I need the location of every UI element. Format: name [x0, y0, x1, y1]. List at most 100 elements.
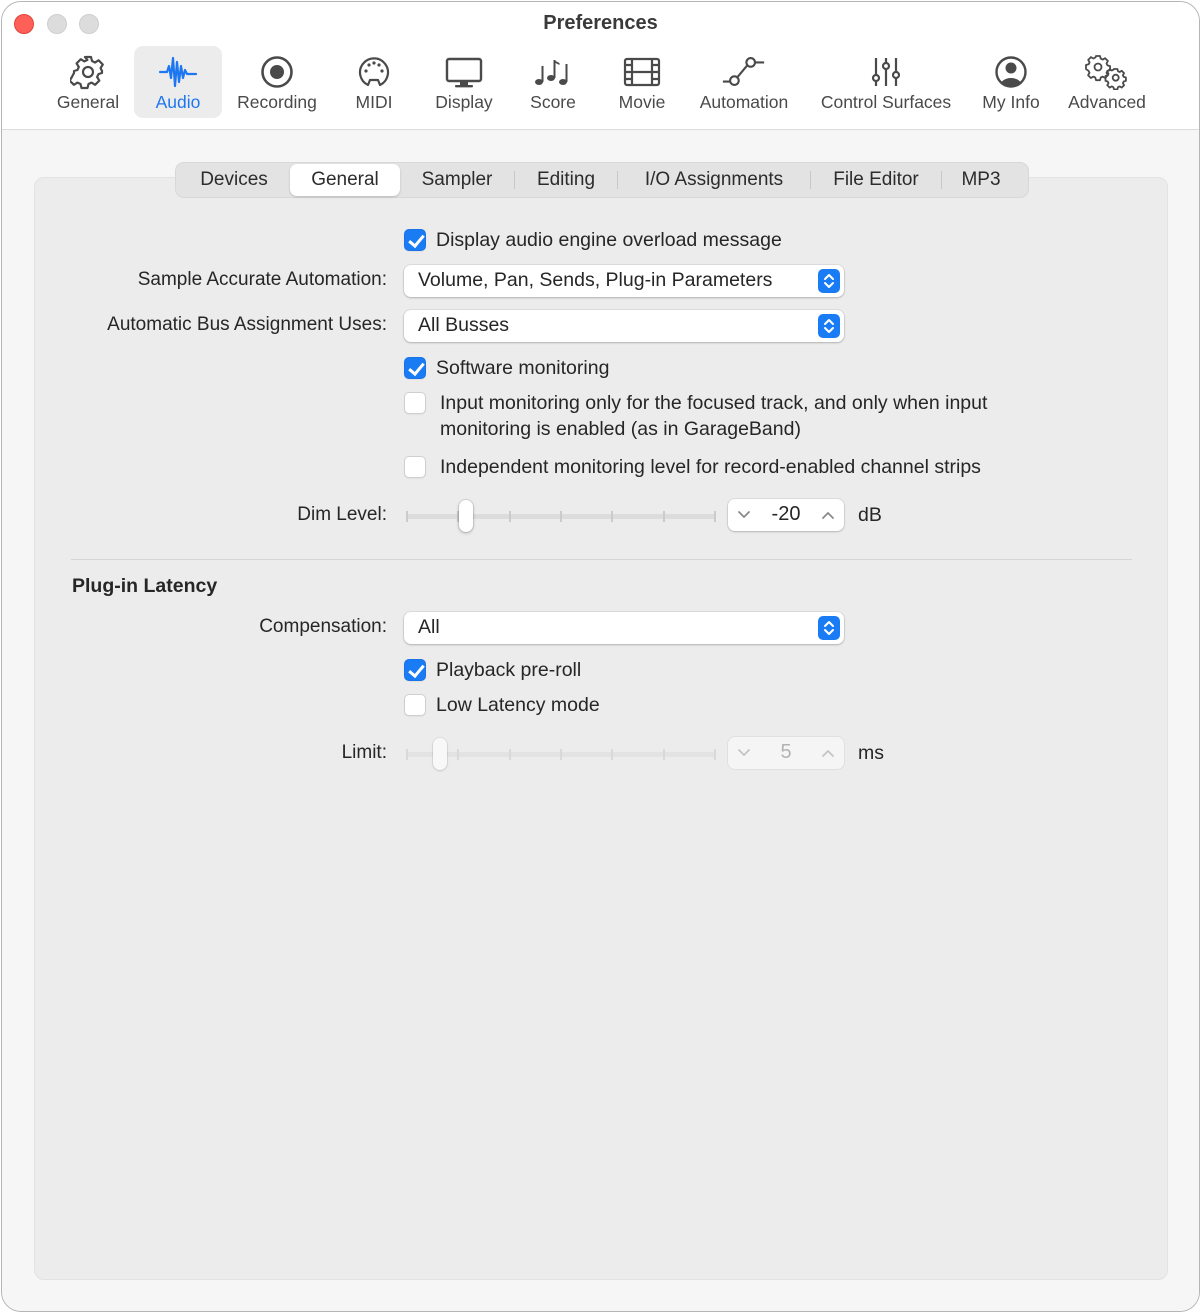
tab-mp3[interactable]: MP3 — [942, 164, 1020, 196]
software-monitoring-checkbox[interactable] — [404, 357, 426, 379]
low-latency-mode-checkbox[interactable] — [404, 694, 426, 716]
tab-sampler[interactable]: Sampler — [400, 164, 514, 196]
limit-stepper[interactable]: 5 — [728, 737, 844, 769]
chevron-up-down-icon — [818, 269, 840, 293]
slider-tick — [663, 511, 665, 522]
waveform-icon — [155, 52, 201, 92]
display-overload-label: Display audio engine overload message — [436, 229, 782, 251]
toolbar-label: Score — [530, 92, 576, 112]
music-notes-icon — [530, 52, 576, 92]
section-divider — [71, 559, 1132, 560]
film-icon — [619, 52, 665, 92]
dim-level-value[interactable]: -20 — [758, 503, 814, 526]
toolbar-label: Display — [435, 92, 493, 112]
chevron-up-down-icon — [818, 616, 840, 640]
independent-monitoring-label: Independent monitoring level for record-… — [440, 456, 981, 478]
window-title: Preferences — [543, 12, 658, 34]
toolbar-item-recording[interactable]: Recording — [228, 46, 326, 118]
person-circle-icon — [988, 52, 1034, 92]
toolbar-label: Movie — [618, 92, 666, 112]
toolbar-label: My Info — [982, 92, 1040, 112]
dim-level-label: Dim Level: — [297, 504, 387, 525]
toolbar-item-movie[interactable]: Movie — [610, 46, 674, 118]
slider-tick — [714, 511, 716, 522]
chevron-up-icon[interactable] — [818, 505, 838, 525]
sample-accurate-automation-popup[interactable]: Volume, Pan, Sends, Plug-in Parameters — [404, 265, 844, 297]
input-monitoring-focused-checkbox[interactable] — [404, 392, 426, 414]
chevron-up-icon[interactable] — [818, 743, 838, 763]
slider-tick — [560, 511, 562, 522]
toolbar-label: Audio — [155, 92, 201, 112]
popup-value: All Busses — [418, 314, 510, 336]
record-icon — [254, 52, 300, 92]
tab-io-assignments[interactable]: I/O Assignments — [618, 164, 810, 196]
slider-tick — [457, 749, 459, 760]
chevron-up-down-icon — [818, 314, 840, 338]
software-monitoring-label: Software monitoring — [436, 357, 610, 379]
toolbar-item-advanced[interactable]: Advanced — [1062, 46, 1152, 118]
toolbar-item-control-surfaces[interactable]: Control Surfaces — [812, 46, 960, 118]
bus-assignment-label: Automatic Bus Assignment Uses: — [107, 314, 387, 335]
toolbar-label: Automation — [699, 92, 789, 112]
low-latency-mode-label: Low Latency mode — [436, 694, 600, 716]
slider-tick — [611, 511, 613, 522]
slider-tick — [509, 511, 511, 522]
preferences-window: Preferences General Audio Recording MIDI… — [1, 1, 1200, 1312]
display-overload-checkbox[interactable] — [404, 229, 426, 251]
limit-unit: ms — [858, 742, 884, 764]
input-monitoring-focused-label-line1: Input monitoring only for the focused tr… — [440, 392, 988, 414]
slider-tick — [509, 749, 511, 760]
tab-general[interactable]: General — [290, 164, 400, 196]
playback-preroll-label: Playback pre-roll — [436, 659, 582, 681]
limit-label: Limit: — [341, 742, 387, 763]
tab-editing[interactable]: Editing — [515, 164, 617, 196]
popup-value: Volume, Pan, Sends, Plug-in Parameters — [418, 269, 773, 291]
toolbar-label: MIDI — [355, 92, 393, 112]
toolbar-item-midi[interactable]: MIDI — [342, 46, 406, 118]
chevron-down-icon[interactable] — [734, 505, 754, 525]
tab-bar: Devices General Sampler Editing I/O Assi… — [175, 162, 1029, 198]
slider-tick — [406, 749, 408, 760]
dim-level-slider[interactable] — [406, 500, 716, 532]
toolbar-label: Control Surfaces — [820, 92, 952, 112]
chevron-down-icon[interactable] — [734, 743, 754, 763]
toolbar-item-automation[interactable]: Automation — [692, 46, 796, 118]
slider-thumb[interactable] — [459, 500, 473, 532]
input-monitoring-focused-label-line2: monitoring is enabled (as in GarageBand) — [440, 418, 801, 440]
independent-monitoring-checkbox[interactable] — [404, 456, 426, 478]
dim-level-unit: dB — [858, 504, 882, 526]
toolbar-label: General — [56, 92, 120, 112]
midi-connector-icon — [351, 52, 397, 92]
slider-tick — [406, 511, 408, 522]
plugin-latency-heading: Plug-in Latency — [72, 575, 218, 597]
title-bar: Preferences General Audio Recording MIDI… — [2, 2, 1199, 130]
toolbar-item-general[interactable]: General — [48, 46, 128, 118]
bus-assignment-popup[interactable]: All Busses — [404, 310, 844, 342]
sample-accurate-automation-label: Sample Accurate Automation: — [137, 269, 387, 290]
faders-icon — [863, 52, 909, 92]
playback-preroll-checkbox[interactable] — [404, 659, 426, 681]
toolbar-item-score[interactable]: Score — [520, 46, 586, 118]
limit-value[interactable]: 5 — [758, 741, 814, 764]
tab-file-editor[interactable]: File Editor — [811, 164, 941, 196]
toolbar-item-my-info[interactable]: My Info — [976, 46, 1046, 118]
slider-tick — [663, 749, 665, 760]
slider-tick — [714, 749, 716, 760]
settings-panel — [34, 177, 1168, 1280]
limit-slider[interactable] — [406, 738, 716, 770]
slider-thumb[interactable] — [433, 738, 447, 770]
toolbar-label: Recording — [237, 92, 317, 112]
compensation-label: Compensation: — [259, 616, 387, 637]
toolbar-label: Advanced — [1068, 92, 1146, 112]
tab-devices[interactable]: Devices — [178, 164, 290, 196]
gears-icon — [1084, 52, 1130, 92]
dim-level-stepper[interactable]: -20 — [728, 499, 844, 531]
gear-icon — [65, 52, 111, 92]
monitor-icon — [441, 52, 487, 92]
toolbar-item-audio[interactable]: Audio — [134, 46, 222, 118]
preferences-toolbar: General Audio Recording MIDI Display Sco… — [2, 46, 1199, 120]
slider-tick — [560, 749, 562, 760]
compensation-popup[interactable]: All — [404, 612, 844, 644]
slider-tick — [611, 749, 613, 760]
toolbar-item-display[interactable]: Display — [426, 46, 502, 118]
